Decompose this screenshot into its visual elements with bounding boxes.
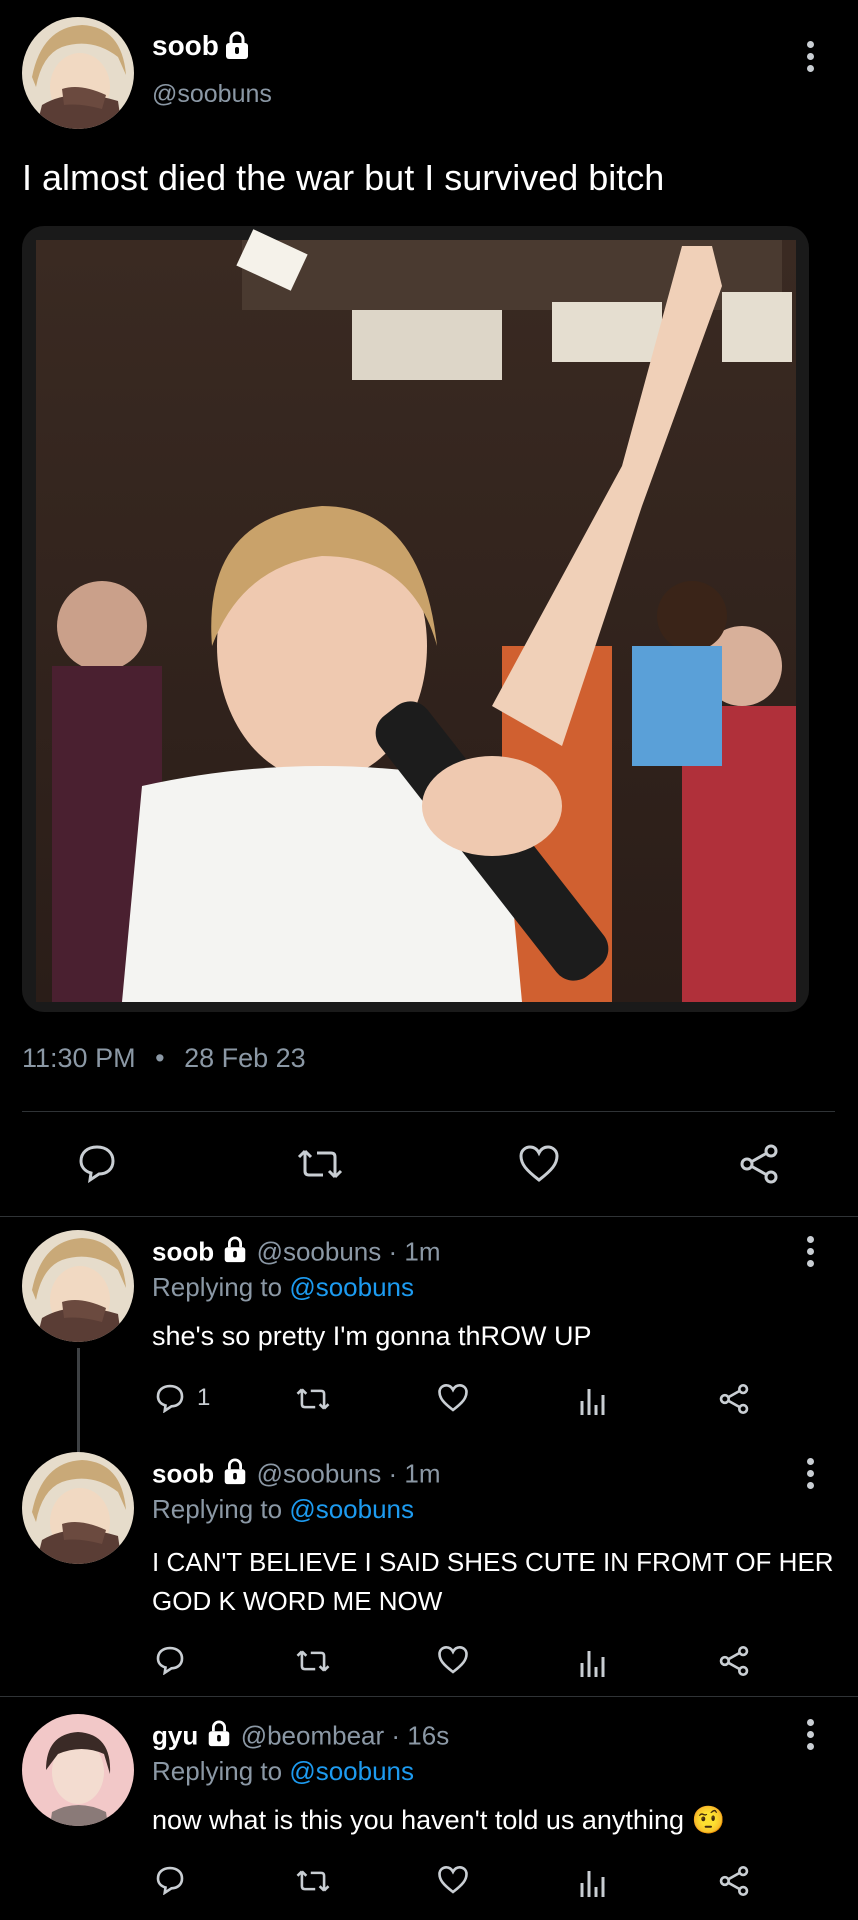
replying-to: Replying to @soobuns [152, 1272, 415, 1302]
like-icon[interactable] [437, 1865, 469, 1895]
reply-avatar[interactable] [22, 1452, 134, 1564]
retweet-icon[interactable] [296, 1646, 330, 1676]
tweet-photo[interactable] [22, 226, 809, 1012]
reply-text: I CAN'T BELIEVE I SAID SHES CUTE IN FROM… [152, 1547, 834, 1616]
author-handle[interactable]: @soobuns [152, 80, 272, 109]
divider [22, 1111, 835, 1112]
share-icon[interactable] [718, 1383, 750, 1415]
analytics-icon[interactable] [579, 1867, 607, 1897]
like-icon[interactable] [518, 1144, 560, 1184]
share-icon[interactable] [718, 1645, 750, 1677]
reply-header: soob @soobuns · 1m [152, 1236, 441, 1271]
lock-icon [221, 1458, 249, 1493]
lock-icon [221, 1236, 249, 1271]
lock-icon [222, 31, 252, 66]
replying-to-link[interactable]: @soobuns [289, 1272, 414, 1302]
share-icon[interactable] [738, 1143, 780, 1185]
reply-author-name[interactable]: soob [152, 1458, 214, 1488]
reply-avatar[interactable] [22, 1714, 134, 1826]
lock-icon [205, 1720, 233, 1755]
retweet-icon[interactable] [296, 1866, 330, 1896]
reply-icon[interactable] [155, 1383, 185, 1413]
reply-author-name[interactable]: soob [152, 1236, 214, 1266]
reply-author-name[interactable]: gyu [152, 1720, 198, 1750]
retweet-icon[interactable] [297, 1145, 343, 1183]
more-options-icon[interactable] [807, 41, 815, 77]
reply-header: gyu @beombear · 16s [152, 1720, 449, 1755]
analytics-icon[interactable] [579, 1385, 607, 1415]
reply-text: now what is this you haven't told us any… [152, 1805, 726, 1835]
reply-icon[interactable] [77, 1143, 117, 1183]
tweet-text: I almost died the war but I survived bit… [22, 157, 665, 198]
thread-line [77, 1348, 80, 1452]
tweet-time: 11:30 PM • 28 Feb 23 [22, 1043, 306, 1073]
reply-text: she's so pretty I'm gonna thROW UP [152, 1321, 592, 1351]
analytics-icon[interactable] [579, 1647, 607, 1677]
reply-count: 1 [197, 1384, 211, 1411]
more-options-icon[interactable] [807, 1458, 815, 1494]
reply-icon[interactable] [155, 1865, 185, 1895]
reply-icon[interactable] [155, 1645, 185, 1675]
reply-meta[interactable]: @soobuns · 1m [257, 1236, 441, 1266]
divider [0, 1696, 858, 1697]
replying-to: Replying to @soobuns [152, 1494, 415, 1524]
replying-to-link[interactable]: @soobuns [289, 1756, 414, 1786]
author-avatar[interactable] [22, 17, 134, 129]
replying-to: Replying to @soobuns [152, 1756, 415, 1786]
replying-to-link[interactable]: @soobuns [289, 1494, 414, 1524]
reply-header: soob @soobuns · 1m [152, 1458, 441, 1493]
like-icon[interactable] [437, 1383, 469, 1413]
more-options-icon[interactable] [807, 1719, 815, 1755]
reply-meta[interactable]: @soobuns · 1m [257, 1458, 441, 1488]
share-icon[interactable] [718, 1865, 750, 1897]
author-name[interactable]: soob [152, 30, 219, 62]
reply-meta[interactable]: @beombear · 16s [241, 1720, 450, 1750]
reply-avatar[interactable] [22, 1230, 134, 1342]
more-options-icon[interactable] [807, 1236, 815, 1272]
divider [0, 1216, 858, 1217]
separator-dot: • [155, 1043, 165, 1073]
raised-eyebrow-emoji: 🤨 [691, 1805, 726, 1835]
like-icon[interactable] [437, 1645, 469, 1675]
retweet-icon[interactable] [296, 1384, 330, 1414]
